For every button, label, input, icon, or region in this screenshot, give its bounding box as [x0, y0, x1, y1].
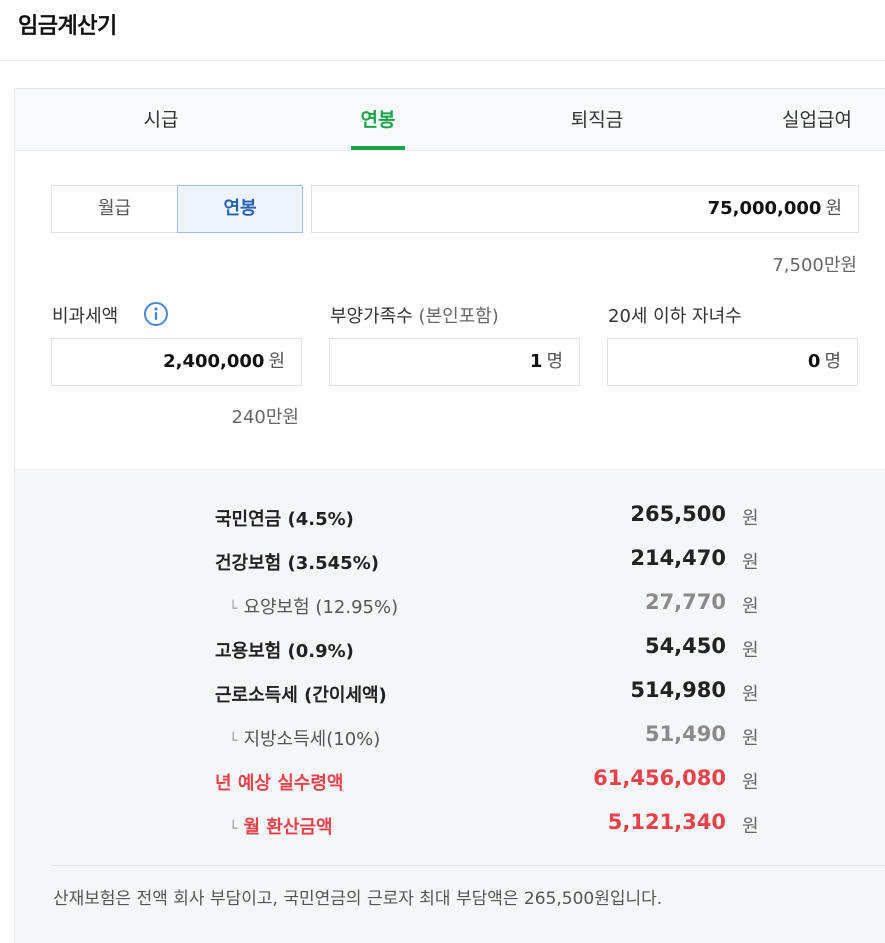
result-amount: 514,980 — [630, 678, 726, 702]
result-unit: 원 — [742, 816, 759, 837]
result-name: 근로소득세 (간이세액) — [215, 685, 387, 706]
result-unit: 원 — [742, 552, 759, 573]
nontax-input[interactable]: 2,400,000 원 — [51, 338, 302, 386]
result-unit: 원 — [742, 684, 759, 705]
result-name: └ 지방소득세(10%) — [229, 729, 381, 750]
header-divider — [0, 60, 885, 61]
result-unit: 원 — [742, 640, 759, 661]
sub-item-corner-icon: └ — [229, 601, 238, 617]
nontax-unit: 원 — [268, 351, 285, 372]
result-name: 년 예상 실수령액 — [215, 773, 344, 794]
salary-unit: 원 — [825, 198, 842, 219]
children-label: 20세 이하 자녀수 — [608, 306, 742, 327]
salary-input[interactable]: 75,000,000 원 — [311, 185, 859, 233]
result-amount: 54,450 — [644, 634, 726, 658]
dependents-input[interactable]: 1명 — [329, 338, 580, 386]
result-amount: 61,456,080 — [593, 766, 726, 790]
tab-hourly[interactable]: 시급 — [111, 89, 211, 151]
pay-type-monthly-button[interactable]: 월급 — [51, 185, 178, 233]
result-row-annual-net: 년 예상 실수령액 61,456,080 원 — [15, 766, 885, 796]
active-tab-indicator — [351, 146, 405, 150]
pay-type-annual-button[interactable]: 연봉 — [177, 185, 303, 233]
result-name: 국민연금 (4.5%) — [215, 509, 354, 530]
note-divider — [51, 865, 885, 866]
calculator-tabs: 시급 연봉 퇴직금 실업급여 — [15, 89, 885, 151]
salary-value: 75,000,000 — [707, 198, 822, 219]
nontax-hint: 240만원 — [231, 407, 299, 428]
tab-severance[interactable]: 퇴직금 — [547, 89, 647, 151]
dependents-label-text: 부양가족수 — [330, 306, 413, 327]
dependents-label: 부양가족수 (본인포함) — [330, 302, 499, 328]
dependents-unit: 명 — [546, 351, 563, 372]
calculator-card: 시급 연봉 퇴직금 실업급여 월급 연봉 75,000,000 원 7,500만원… — [14, 88, 885, 943]
results-panel: 국민연금 (4.5%) 265,500 원 건강보험 (3.545%) 214,… — [15, 469, 885, 943]
result-name: 건강보험 (3.545%) — [215, 553, 379, 574]
result-name: └ 요양보험 (12.95%) — [229, 597, 399, 618]
page-title: 임금계산기 — [18, 14, 117, 39]
result-unit: 원 — [742, 728, 759, 749]
result-row: 고용보험 (0.9%) 54,450 원 — [15, 634, 885, 664]
result-row: └ 요양보험 (12.95%) 27,770 원 — [15, 590, 885, 620]
result-row: 근로소득세 (간이세액) 514,980 원 — [15, 678, 885, 708]
children-input[interactable]: 0명 — [607, 338, 858, 386]
result-unit: 원 — [742, 772, 759, 793]
result-amount: 51,490 — [644, 722, 726, 746]
info-icon[interactable] — [143, 301, 169, 327]
result-row: 건강보험 (3.545%) 214,470 원 — [15, 546, 885, 576]
result-name: 고용보험 (0.9%) — [215, 641, 354, 662]
result-unit: 원 — [742, 596, 759, 617]
result-unit: 원 — [742, 508, 759, 529]
sub-item-corner-icon: └ — [229, 821, 238, 837]
salary-hint: 7,500만원 — [772, 255, 857, 276]
nontax-value: 2,400,000 — [163, 351, 265, 372]
result-amount: 27,770 — [644, 590, 726, 614]
tab-unemployment[interactable]: 실업급여 — [759, 89, 875, 151]
result-row-monthly-net: └ 월 환산금액 5,121,340 원 — [15, 810, 885, 840]
dependents-label-sub: (본인포함) — [418, 306, 499, 327]
nontax-label: 비과세액 — [52, 306, 119, 327]
result-amount: 265,500 — [630, 502, 726, 526]
result-name: └ 월 환산금액 — [229, 817, 333, 838]
result-amount: 5,121,340 — [607, 810, 726, 834]
children-unit: 명 — [824, 351, 841, 372]
result-amount: 214,470 — [630, 546, 726, 570]
result-row: 국민연금 (4.5%) 265,500 원 — [15, 502, 885, 532]
tab-annual[interactable]: 연봉 — [328, 89, 428, 151]
sub-item-corner-icon: └ — [229, 733, 238, 749]
footnote: 산재보험은 전액 회사 부담이고, 국민연금의 근로자 최대 부담액은 265,… — [53, 889, 663, 909]
children-value: 0 — [807, 351, 821, 372]
result-row: └ 지방소득세(10%) 51,490 원 — [15, 722, 885, 752]
dependents-value: 1 — [529, 351, 543, 372]
